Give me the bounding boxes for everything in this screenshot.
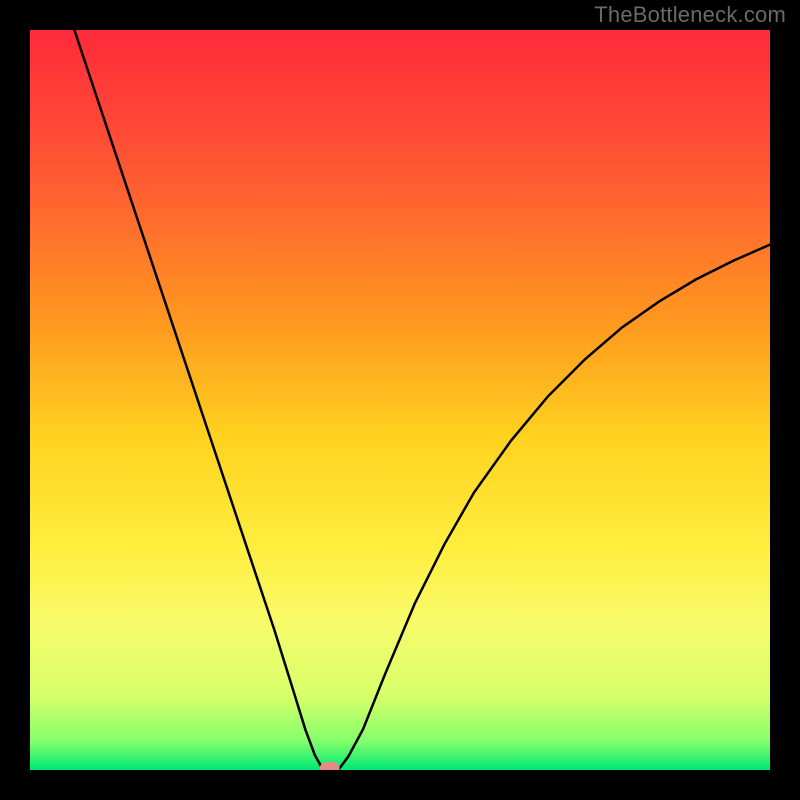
- gradient-background: [30, 30, 770, 770]
- plot-area: [30, 30, 770, 770]
- chart-container: TheBottleneck.com: [0, 0, 800, 800]
- watermark-text: TheBottleneck.com: [594, 2, 786, 28]
- chart-svg: [30, 30, 770, 770]
